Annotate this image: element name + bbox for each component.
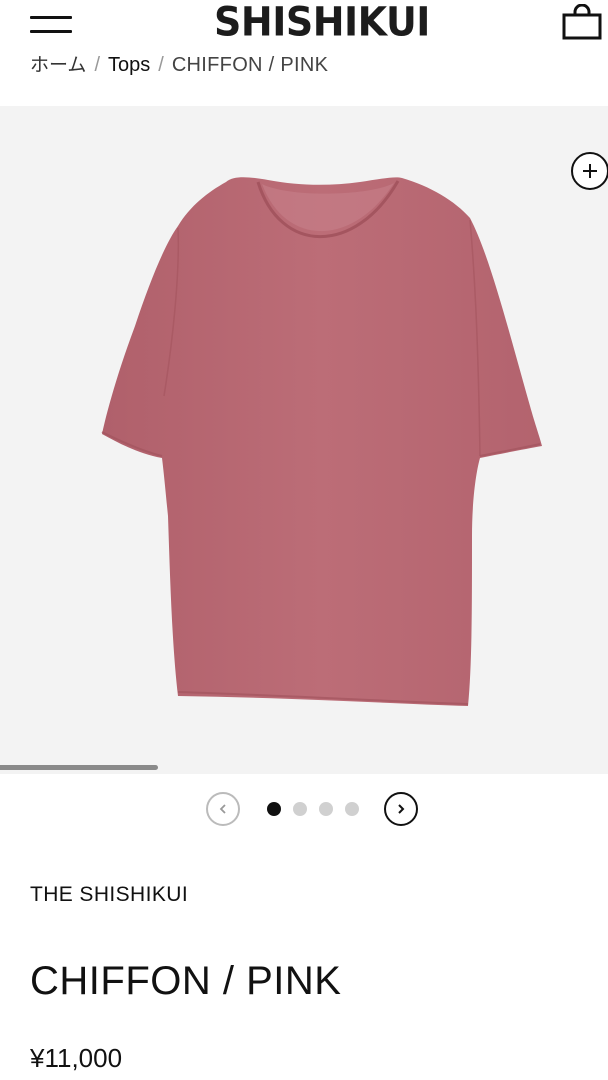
slide-dot[interactable]: [267, 802, 281, 816]
gallery-scroll-track[interactable]: [0, 765, 608, 770]
slide-dot[interactable]: [345, 802, 359, 816]
product-price: ¥11,000: [30, 1043, 123, 1073]
chevron-right-icon: [398, 804, 405, 814]
site-logo[interactable]: SHISHIKUI: [192, 0, 452, 45]
next-slide-button[interactable]: [384, 792, 418, 826]
zoom-plus-icon[interactable]: [571, 152, 608, 190]
site-header: SHISHIKUI: [0, 0, 608, 45]
breadcrumb-current: CHIFFON / PINK: [171, 54, 329, 76]
gallery-scroll-thumb[interactable]: [0, 765, 159, 770]
breadcrumb-category-link[interactable]: Tops: [108, 54, 150, 76]
shirt-body: [102, 177, 542, 706]
product-title: CHIFFON / PINK: [30, 959, 342, 1003]
breadcrumb-separator: /: [158, 54, 164, 76]
slide-dot[interactable]: [293, 802, 307, 816]
hamburger-menu-icon[interactable]: [30, 16, 72, 38]
product-image[interactable]: [0, 106, 608, 774]
product-image-gallery[interactable]: [0, 106, 608, 774]
breadcrumb-separator: /: [94, 54, 100, 76]
breadcrumb-home-link[interactable]: ホーム: [30, 54, 86, 76]
chevron-left-icon: [219, 804, 226, 814]
gallery-pager: [0, 790, 608, 830]
previous-slide-button[interactable]: [206, 792, 240, 826]
breadcrumb: ホーム / Tops / CHIFFON / PINK: [30, 52, 328, 78]
shopping-bag-icon[interactable]: [562, 4, 602, 40]
slide-dot[interactable]: [319, 802, 333, 816]
product-brand[interactable]: THE SHISHIKUI: [30, 880, 188, 910]
